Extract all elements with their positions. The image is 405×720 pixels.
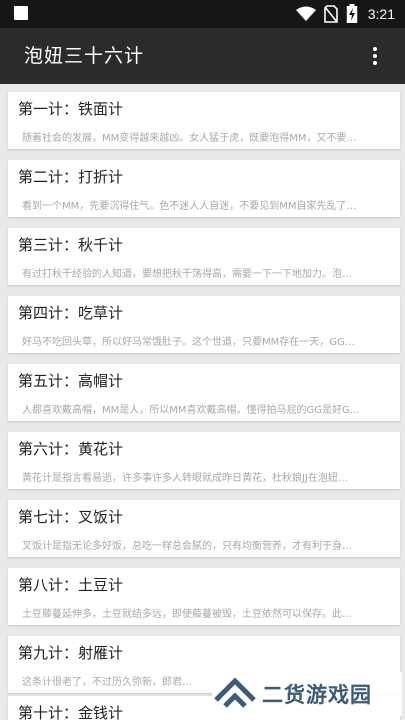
list-item-desc: 好马不吃回头草，所以好马常饿肚子。这个世道，只要MM存在一天，GG… bbox=[22, 337, 355, 348]
wifi-icon bbox=[295, 6, 316, 21]
watermark-logo-icon bbox=[214, 677, 256, 708]
list-item-desc: 有过打秋千经验的人知道，要想把秋千荡得高，需要一下一下地加力。泡… bbox=[22, 269, 352, 280]
no-sim-icon bbox=[323, 5, 338, 23]
status-time: 3:21 bbox=[367, 6, 395, 22]
app-bar: 泡妞三十六计 bbox=[0, 28, 405, 84]
list-item-desc: 看到一个MM，先要沉得住气。色不迷人人自迷，不要见到MM自家先乱了… bbox=[22, 201, 357, 212]
list-item[interactable]: 第七计：叉饭计 叉饭计是指无论多好饭，总吃一样总会腻的，只有均衡营养，才有利于身… bbox=[8, 500, 400, 557]
list-item[interactable]: 第一计：铁面计 随着社会的发展，MM变得越来越凶。女人猛于虎，既要泡得MM，又不… bbox=[8, 92, 400, 149]
list-item-title: 第六计：黄花计 bbox=[18, 440, 124, 458]
list-item[interactable]: 第四计：吃草计 好马不吃回头草，所以好马常饿肚子。这个世道，只要MM存在一天，G… bbox=[8, 296, 400, 353]
list-item-title: 第八计：土豆计 bbox=[18, 576, 124, 594]
page-title: 泡妞三十六计 bbox=[24, 45, 145, 67]
list-item-title: 第一计：铁面计 bbox=[18, 100, 124, 118]
list-item[interactable]: 第二计：打折计 看到一个MM，先要沉得住气。色不迷人人自迷，不要见到MM自家先乱… bbox=[8, 160, 400, 217]
status-icons: 3:21 bbox=[295, 3, 395, 25]
notification-icon bbox=[14, 6, 28, 20]
list-item-title: 第五计：高帽计 bbox=[18, 372, 124, 390]
list-item-desc: 随着社会的发展，MM变得越来越凶。女人猛于虎，既要泡得MM，又不要… bbox=[22, 133, 357, 144]
list-item-desc: 人都喜欢戴高帽，MM是人，所以MM喜欢戴高帽。懂得拍马屁的GG是好G… bbox=[22, 405, 360, 416]
watermark-text: 二货游戏园 bbox=[262, 683, 372, 707]
list-item-desc: 土豆藤蔓延伸多，土豆就结多远，即使藤蔓被毁，土豆依然可以保存。此… bbox=[22, 609, 352, 620]
status-bar: 3:21 bbox=[0, 0, 405, 28]
list-item-title: 第九计：射雁计 bbox=[18, 644, 124, 662]
list-item-title: 第三计：秋千计 bbox=[18, 236, 124, 254]
overflow-menu-icon[interactable] bbox=[363, 44, 387, 68]
list-item-title: 第七计：叉饭计 bbox=[18, 508, 124, 526]
list-item-desc: 叉饭计是指无论多好饭，总吃一样总会腻的，只有均衡营养，才有利于身… bbox=[22, 541, 352, 552]
battery-charging-icon bbox=[346, 4, 357, 23]
watermark: 二货游戏园 bbox=[212, 672, 402, 716]
list-item[interactable]: 第三计：秋千计 有过打秋千经验的人知道，要想把秋千荡得高，需要一下一下地加力。泡… bbox=[8, 228, 400, 285]
list-item-desc: 黄花计是指言看易逝，许多事许多人转眼就成昨日黄花，杜秋娘JJ在泡妞… bbox=[22, 473, 348, 484]
list-item[interactable]: 第五计：高帽计 人都喜欢戴高帽，MM是人，所以MM喜欢戴高帽。懂得拍马屁的GG是… bbox=[8, 364, 400, 421]
list-item-title: 第二计：打折计 bbox=[18, 168, 124, 186]
list-item[interactable]: 第六计：黄花计 黄花计是指言看易逝，许多事许多人转眼就成昨日黄花，杜秋娘JJ在泡… bbox=[8, 432, 400, 489]
list-item-title: 第十计：金钱计 bbox=[18, 704, 124, 720]
list-item-title: 第四计：吃草计 bbox=[18, 304, 124, 322]
list-item[interactable]: 第八计：土豆计 土豆藤蔓延伸多，土豆就结多远，即使藤蔓被毁，土豆依然可以保存。此… bbox=[8, 568, 400, 625]
